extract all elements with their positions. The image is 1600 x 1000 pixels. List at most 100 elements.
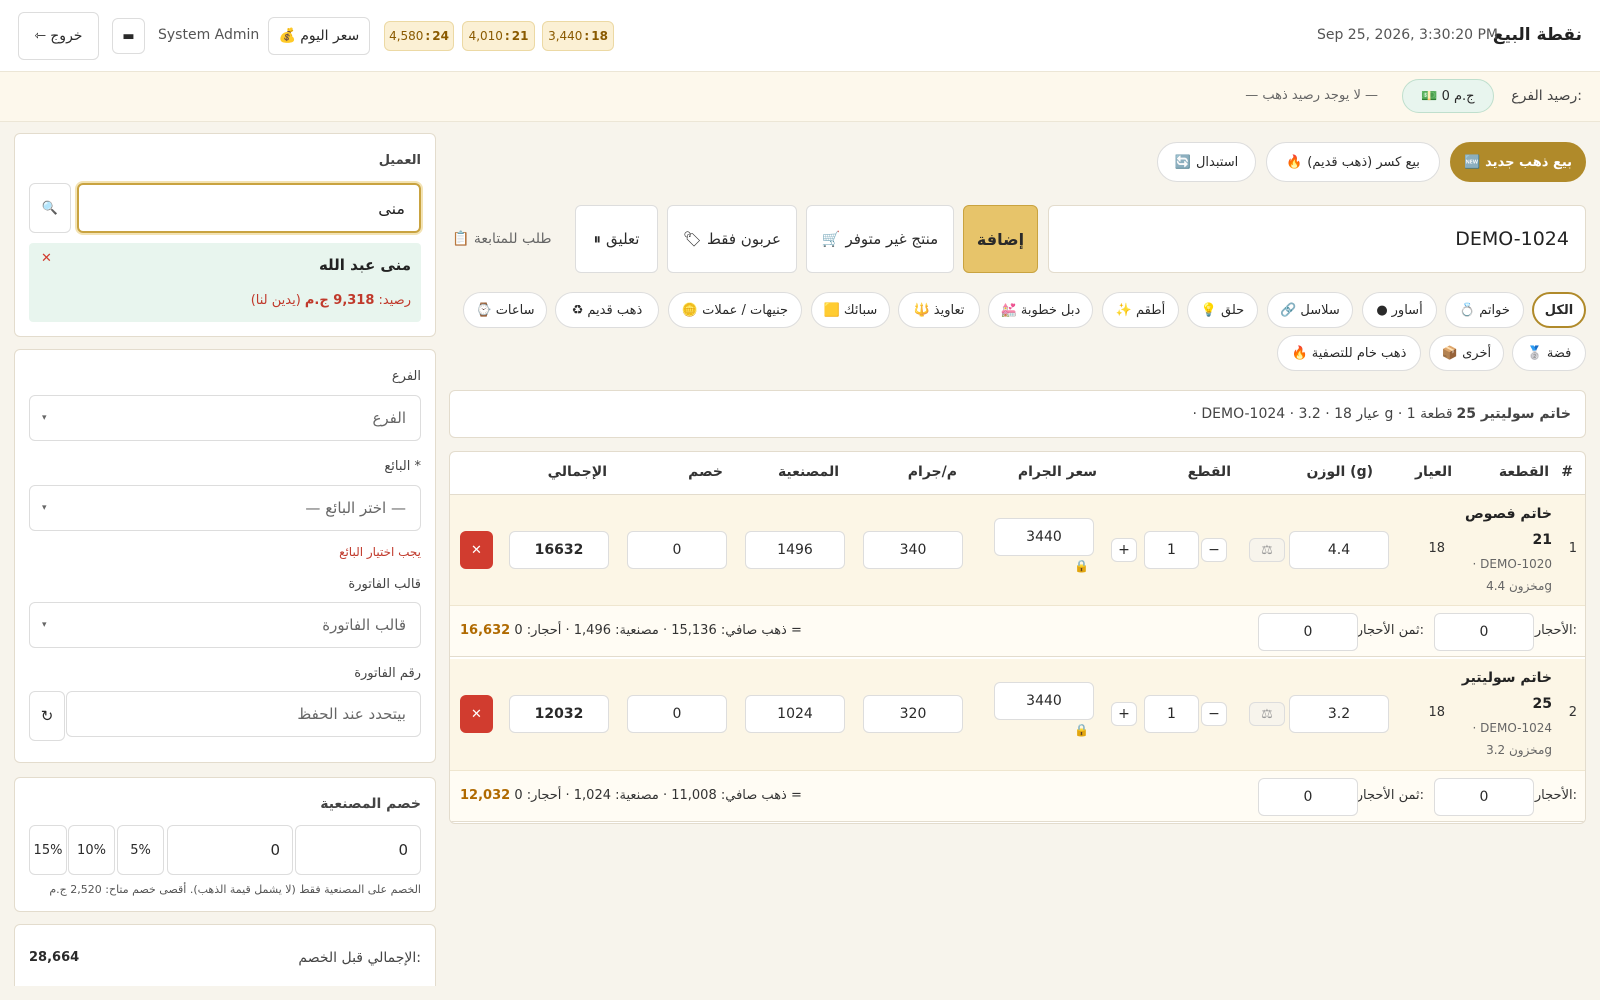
category-label: سبائك (843, 302, 878, 318)
category-bracelets[interactable]: ● أساور (1362, 292, 1437, 328)
invoice-number-input[interactable]: بيتحدد عند الحفظ (66, 691, 421, 737)
table-row: 1 خاتم فصوص 21 · DEMO-1020 مخزون 4.4g 18… (450, 494, 1585, 605)
ring-icon: 💍 (1459, 302, 1476, 318)
today-price-button[interactable]: 💰 سعر اليوم (268, 17, 370, 55)
col-discount: خصم (688, 464, 723, 480)
customer-balance: رصيد: 9,318 ج.م (يدين لنا) (251, 293, 411, 308)
discount-percent-input[interactable]: 0 (167, 825, 293, 875)
pieces-input[interactable]: 1 (1144, 695, 1199, 733)
mode-exchange-button[interactable]: 🔄 استبدال (1157, 142, 1256, 182)
branch-label: الفرع (391, 369, 421, 384)
scale-button[interactable]: ⚖ (1249, 538, 1285, 562)
category-label: أساور (1391, 302, 1423, 318)
total-input[interactable]: 12032 (509, 695, 609, 733)
branch-balance-value: 0 ج.م (1441, 88, 1475, 104)
per-gram-input[interactable]: 340 (863, 531, 963, 569)
deposit-label: عربون فقط (707, 230, 781, 248)
stones-input[interactable]: 0 (1434, 778, 1534, 816)
pieces-decrement-button[interactable]: − (1201, 538, 1227, 562)
branch-select[interactable]: ▾ الفرع (29, 395, 421, 441)
category-other[interactable]: 📦 أخرى (1429, 335, 1504, 371)
total-input[interactable]: 16632 (509, 531, 609, 569)
search-button[interactable]: 🔍 (29, 183, 71, 233)
category-bars[interactable]: 🟨 سبائك (811, 292, 890, 328)
hold-label: تعليق (606, 230, 640, 248)
gram-price-input[interactable]: 3440 (994, 682, 1094, 720)
item-details: · DEMO-1024 · عيار 18 · 3.2 g · 1 قطعة (1192, 406, 1453, 422)
category-engagement[interactable]: 💒 دبل خطوبة (988, 292, 1093, 328)
discount-5-button[interactable]: 5% (117, 825, 164, 875)
tag-icon: 🏷 (683, 230, 703, 248)
category-raw-gold[interactable]: 🔥 ذهب خام للتصفية (1277, 335, 1421, 371)
money-bag-icon: 💰 (278, 28, 297, 44)
category-old-gold[interactable]: ♻ ذهب قديم (555, 292, 659, 328)
category-label: فضة (1546, 345, 1572, 361)
product-code-input[interactable]: DEMO-1024 (1048, 205, 1586, 273)
stones-price-input[interactable]: 0 (1258, 613, 1358, 651)
mode-sell-scrap-button[interactable]: 🔥 بيع كسر (ذهب قديم) (1266, 142, 1440, 182)
stones-input[interactable]: 0 (1434, 613, 1534, 651)
summary-text: ذهب صافي: 15,136 · مصنعية: 1,496 · أحجار… (514, 623, 802, 638)
per-gram-input[interactable]: 320 (863, 695, 963, 733)
discount-15-button[interactable]: 15% (29, 825, 67, 875)
seller-select[interactable]: ▾ — اختر البائع — (29, 485, 421, 531)
mode-label: بيع ذهب جديد (1485, 154, 1573, 170)
unavailable-product-button[interactable]: 🛒 منتج غير متوفر (806, 205, 954, 273)
item-info-bar: · DEMO-1024 · عيار 18 · 3.2 g · 1 قطعة خ… (449, 390, 1586, 438)
making-input[interactable]: 1024 (745, 695, 845, 733)
deposit-only-button[interactable]: 🏷 عربون فقط (667, 205, 797, 273)
category-rings[interactable]: 💍 خواتم (1445, 292, 1524, 328)
pieces-decrement-button[interactable]: − (1201, 702, 1227, 726)
logout-button[interactable]: ⇽ خروج (18, 12, 99, 60)
stones-price-input[interactable]: 0 (1258, 778, 1358, 816)
category-all[interactable]: الكل (1532, 292, 1586, 328)
pieces-increment-button[interactable]: + (1111, 538, 1137, 562)
category-chains[interactable]: 🔗 سلاسل (1267, 292, 1353, 328)
category-amulets[interactable]: 🔱 تعاويذ (898, 292, 980, 328)
gram-price-input[interactable]: 3440 (994, 518, 1094, 556)
customer-search-input[interactable]: منى (77, 183, 421, 233)
template-label: قالب الفاتورة (348, 577, 421, 592)
karat-value: 24 (432, 29, 449, 43)
lock-icon[interactable]: 🔒 (1074, 559, 1089, 573)
refresh-button[interactable]: ↻ (29, 691, 65, 741)
followup-request-link[interactable]: 📋 طلب للمتابعة (452, 231, 552, 247)
category-earrings[interactable]: 💡 حلق (1187, 292, 1258, 328)
weight-input[interactable]: 4.4 (1289, 531, 1389, 569)
karat-21-chip: 4,010 :21 (462, 21, 535, 51)
table-row: 2 خاتم سوليتير 25 · DEMO-1024 مخزون 3.2g… (450, 659, 1585, 770)
discount-input[interactable]: 0 (627, 695, 727, 733)
karat-price: 3,440 (548, 29, 583, 43)
col-item: القطعة (1498, 464, 1549, 480)
add-button[interactable]: إضافة (963, 205, 1038, 273)
logout-label: خروج (50, 28, 83, 44)
category-label: ذهب قديم (587, 302, 643, 318)
category-silver[interactable]: 🥈 فضة (1512, 335, 1586, 371)
chevron-down-icon: ▾ (42, 620, 47, 630)
summary-total: 12,032 (460, 788, 511, 803)
viewport-bottom (0, 986, 1600, 1000)
stones-label: الأحجار: (1534, 788, 1577, 803)
weight-input[interactable]: 3.2 (1289, 695, 1389, 733)
category-label: تعاويذ (933, 302, 965, 318)
summary-text: ذهب صافي: 11,008 · مصنعية: 1,024 · أحجار… (514, 788, 802, 803)
discount-input[interactable]: 0 (627, 531, 727, 569)
category-coins[interactable]: 🪙 جنيهات / عملات (668, 292, 802, 328)
minimize-button[interactable]: ▬ (112, 18, 145, 54)
scale-button[interactable]: ⚖ (1249, 702, 1285, 726)
category-watches[interactable]: ⌚ ساعات (463, 292, 547, 328)
category-label: ذهب خام للتصفية (1311, 345, 1407, 361)
mode-sell-new-button[interactable]: 🆕 بيع ذهب جديد (1450, 142, 1586, 182)
category-sets[interactable]: ✨ أطقم (1102, 292, 1179, 328)
lock-icon[interactable]: 🔒 (1074, 723, 1089, 737)
pieces-input[interactable]: 1 (1144, 531, 1199, 569)
making-input[interactable]: 1496 (745, 531, 845, 569)
discount-10-button[interactable]: 10% (68, 825, 115, 875)
clear-customer-button[interactable]: ✕ (41, 251, 52, 266)
delete-row-button[interactable]: ✕ (460, 531, 493, 569)
delete-row-button[interactable]: ✕ (460, 695, 493, 733)
pieces-increment-button[interactable]: + (1111, 702, 1137, 726)
template-select[interactable]: ▾ قالب الفاتورة (29, 602, 421, 648)
hold-button[interactable]: ⏸ تعليق (575, 205, 658, 273)
discount-amount-input[interactable]: 0 (295, 825, 421, 875)
